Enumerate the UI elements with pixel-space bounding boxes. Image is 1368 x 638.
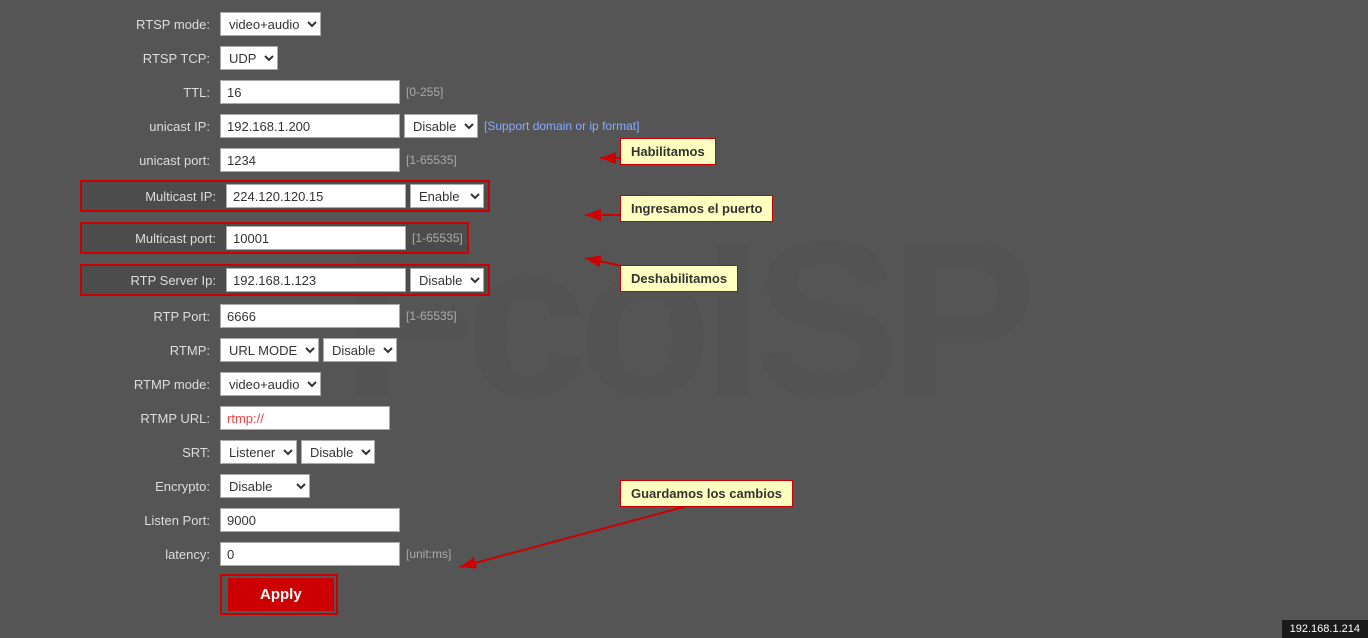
rtp-server-ip-input[interactable] xyxy=(226,268,406,292)
latency-label: latency: xyxy=(80,547,220,562)
rtsp-tcp-label: RTSP TCP: xyxy=(80,51,220,66)
ip-badge: 192.168.1.214 xyxy=(1282,620,1368,638)
callout-ingresamos-puerto: Ingresamos el puerto xyxy=(620,195,773,222)
multicast-ip-select[interactable]: Enable Disable xyxy=(410,184,484,208)
rtp-server-ip-row: RTP Server Ip: Disable Enable xyxy=(80,264,490,296)
encrypto-select[interactable]: Disable Enable xyxy=(220,474,310,498)
rtmp-row: RTMP: URL MODE Disable Enable xyxy=(80,336,1348,364)
listen-port-label: Listen Port: xyxy=(80,513,220,528)
srt-select2[interactable]: Disable Enable xyxy=(301,440,375,464)
rtp-port-label: RTP Port: xyxy=(80,309,220,324)
multicast-port-row: Multicast port: [1-65535] xyxy=(80,222,469,254)
callout-deshabilitamos: Deshabilitamos xyxy=(620,265,738,292)
rtsp-mode-row: RTSP mode: video+audio xyxy=(80,10,1348,38)
listen-port-row: Listen Port: xyxy=(80,506,1348,534)
ttl-row: TTL: [0-255] xyxy=(80,78,1348,106)
rtmp-mode-row: RTMP mode: video+audio xyxy=(80,370,1348,398)
rtmp-select2[interactable]: Disable Enable xyxy=(323,338,397,362)
unicast-port-hint: [1-65535] xyxy=(406,153,457,167)
multicast-port-label: Multicast port: xyxy=(86,231,226,246)
unicast-port-input[interactable] xyxy=(220,148,400,172)
rtp-server-ip-label: RTP Server Ip: xyxy=(86,273,226,288)
rtmp-mode-select[interactable]: video+audio xyxy=(220,372,321,396)
rtsp-mode-label: RTSP mode: xyxy=(80,17,220,32)
multicast-port-input[interactable] xyxy=(226,226,406,250)
apply-row: Apply xyxy=(80,574,1348,615)
listen-port-input[interactable] xyxy=(220,508,400,532)
unicast-ip-label: unicast IP: xyxy=(80,119,220,134)
apply-button[interactable]: Apply xyxy=(228,578,334,611)
rtsp-mode-select[interactable]: video+audio xyxy=(220,12,321,36)
rtmp-mode-label: RTMP mode: xyxy=(80,377,220,392)
rtp-port-row: RTP Port: [1-65535] xyxy=(80,302,1348,330)
latency-hint: [unit:ms] xyxy=(406,547,451,561)
apply-button-wrapper: Apply xyxy=(220,574,338,615)
rtp-server-ip-select[interactable]: Disable Enable xyxy=(410,268,484,292)
encrypto-label: Encrypto: xyxy=(80,479,220,494)
unicast-ip-row: unicast IP: Disable [Support domain or i… xyxy=(80,112,1348,140)
unicast-port-label: unicast port: xyxy=(80,153,220,168)
srt-label: SRT: xyxy=(80,445,220,460)
rtp-port-input[interactable] xyxy=(220,304,400,328)
latency-row: latency: [unit:ms] xyxy=(80,540,1348,568)
ttl-label: TTL: xyxy=(80,85,220,100)
rtsp-tcp-select[interactable]: UDP xyxy=(220,46,278,70)
unicast-ip-hint: [Support domain or ip format] xyxy=(484,119,639,133)
rtp-port-hint: [1-65535] xyxy=(406,309,457,323)
callout-guardamos-cambios: Guardamos los cambios xyxy=(620,480,793,507)
unicast-ip-select[interactable]: Disable xyxy=(404,114,478,138)
srt-row: SRT: Listener Disable Enable xyxy=(80,438,1348,466)
rtmp-select1[interactable]: URL MODE xyxy=(220,338,319,362)
ttl-hint: [0-255] xyxy=(406,85,443,99)
multicast-ip-label: Multicast IP: xyxy=(86,189,226,204)
multicast-port-hint: [1-65535] xyxy=(412,231,463,245)
ttl-input[interactable] xyxy=(220,80,400,104)
rtmp-url-label: RTMP URL: xyxy=(80,411,220,426)
callout-habilitamos: Habilitamos xyxy=(620,138,716,165)
multicast-ip-row: Multicast IP: Enable Disable xyxy=(80,180,490,212)
rtmp-url-row: RTMP URL: xyxy=(80,404,1348,432)
srt-select1[interactable]: Listener xyxy=(220,440,297,464)
unicast-ip-input[interactable] xyxy=(220,114,400,138)
rtsp-tcp-row: RTSP TCP: UDP xyxy=(80,44,1348,72)
rtmp-label: RTMP: xyxy=(80,343,220,358)
multicast-ip-input[interactable] xyxy=(226,184,406,208)
latency-input[interactable] xyxy=(220,542,400,566)
rtmp-url-input[interactable] xyxy=(220,406,390,430)
